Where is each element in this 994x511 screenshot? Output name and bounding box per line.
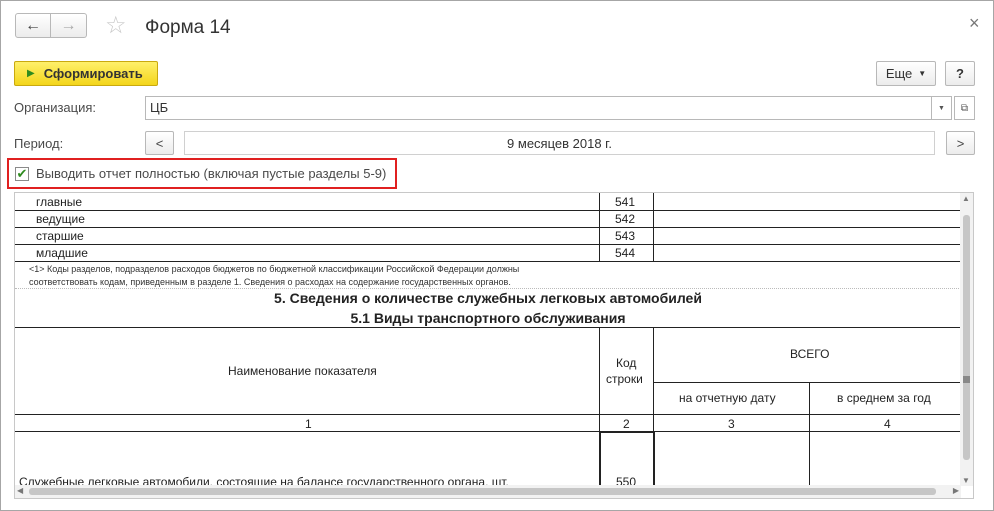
star-icon[interactable]: ☆ — [105, 14, 127, 38]
full-report-checkbox-label: Выводить отчет полностью (включая пустые… — [36, 166, 387, 181]
row-name: главные — [36, 195, 83, 209]
arrow-right-icon: → — [60, 16, 77, 34]
subsection-title: 5.1 Виды транспортного обслуживания — [350, 310, 626, 326]
scroll-right-icon[interactable]: ▶ — [953, 486, 959, 495]
horizontal-scrollbar[interactable]: ◀ ▶ — [15, 485, 961, 498]
open-icon[interactable]: ⧉ — [954, 96, 975, 120]
organization-label: Организация: — [14, 100, 97, 115]
generate-button-label: Сформировать — [43, 66, 143, 81]
window-title: Форма 14 — [145, 17, 231, 38]
grid-line — [15, 210, 961, 211]
scroll-position-marker — [963, 376, 970, 383]
header-indicator: Наименование показателя — [228, 364, 377, 378]
grid-line — [15, 288, 961, 289]
section-title: 5. Сведения о количестве служебных легко… — [274, 290, 702, 306]
header-code: строки — [606, 372, 643, 386]
grid-line — [809, 431, 810, 491]
generate-button[interactable]: ▶ Сформировать — [14, 61, 158, 86]
grid-line — [599, 327, 600, 431]
column-number: 3 — [728, 417, 735, 431]
report-spreadsheet[interactable]: главные 541 ведущие 542 старшие 543 млад… — [14, 192, 974, 499]
organization-input[interactable]: ЦБ — [145, 96, 932, 120]
grid-line — [15, 431, 961, 432]
footnote-line: соответствовать кодам, приведенным в раз… — [29, 277, 511, 287]
row-name: ведущие — [36, 212, 85, 226]
grid-line — [653, 382, 961, 383]
row-code: 543 — [615, 229, 636, 243]
play-icon: ▶ — [27, 68, 35, 79]
header-total: ВСЕГО — [790, 347, 830, 361]
scroll-down-icon[interactable]: ▼ — [962, 476, 970, 485]
grid-line — [15, 414, 961, 415]
column-number: 2 — [623, 417, 630, 431]
row-code: 542 — [615, 212, 636, 226]
scroll-up-icon[interactable]: ▲ — [962, 194, 970, 203]
period-prev-button[interactable]: < — [145, 131, 174, 155]
more-button[interactable]: Еще ▼ — [876, 61, 936, 86]
footnote-line: <1> Коды разделов, подразделов расходов … — [29, 264, 520, 274]
grid-line — [15, 261, 961, 262]
grid-line — [599, 431, 655, 433]
grid-line — [15, 327, 961, 328]
header-on-date: на отчетную дату — [679, 391, 776, 405]
vertical-scroll-thumb[interactable] — [963, 215, 970, 460]
report-window: ← → ☆ Форма 14 × ▶ Сформировать Еще ▼ ? … — [0, 0, 994, 511]
scroll-left-icon[interactable]: ◀ — [17, 486, 23, 495]
grid-line — [653, 327, 654, 431]
caret-down-icon: ▼ — [918, 69, 927, 78]
row-code: 541 — [615, 195, 636, 209]
horizontal-scroll-thumb[interactable] — [29, 488, 936, 495]
full-report-checkbox[interactable]: ✔ — [15, 165, 29, 181]
vertical-scrollbar[interactable]: ▲ ▼ — [960, 193, 973, 486]
dropdown-arrow-icon[interactable]: ▼ — [931, 96, 952, 120]
period-next-button[interactable]: > — [946, 131, 975, 155]
header-average: в среднем за год — [837, 391, 931, 405]
row-code: 544 — [615, 246, 636, 260]
header-code: Код — [616, 356, 637, 370]
grid-line — [15, 227, 961, 228]
period-label: Период: — [14, 136, 64, 151]
grid-line — [599, 431, 601, 491]
full-report-option[interactable]: ✔ Выводить отчет полностью (включая пуст… — [7, 158, 397, 189]
grid-line — [809, 382, 810, 431]
grid-line — [653, 431, 655, 491]
row-name: младшие — [36, 246, 88, 260]
checkmark-icon: ✔ — [16, 165, 28, 181]
column-number: 1 — [305, 417, 312, 431]
forward-button[interactable]: → — [51, 13, 87, 38]
back-button[interactable]: ← — [15, 13, 51, 38]
column-number: 4 — [884, 417, 891, 431]
row-name: старшие — [36, 229, 84, 243]
grid-line — [15, 244, 961, 245]
more-button-label: Еще — [885, 66, 913, 81]
close-icon[interactable]: × — [969, 13, 980, 34]
period-field[interactable]: 9 месяцев 2018 г. — [184, 131, 935, 155]
navigation-buttons: ← → — [15, 13, 87, 38]
arrow-left-icon: ← — [25, 16, 41, 34]
help-button[interactable]: ? — [945, 61, 975, 86]
